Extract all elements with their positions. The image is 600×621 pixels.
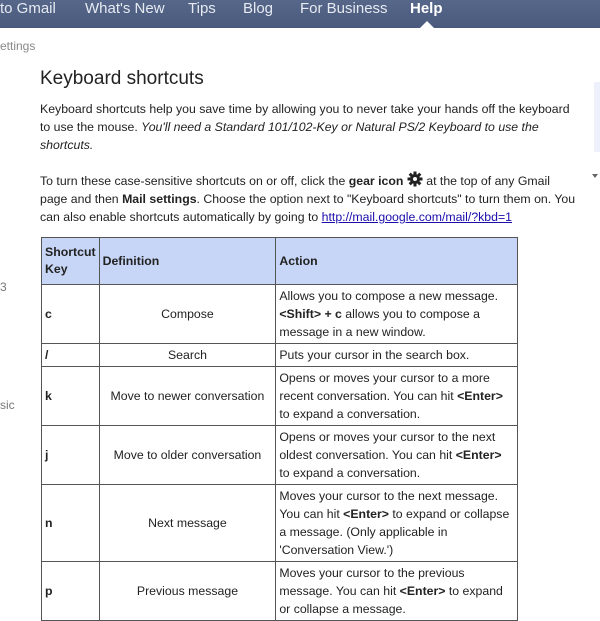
gear-icon bbox=[407, 171, 423, 187]
active-tab-indicator bbox=[420, 21, 434, 28]
shortcut-definition: Search bbox=[98, 343, 277, 367]
mail-settings-label: Mail settings bbox=[122, 192, 197, 206]
gear-icon-label: gear icon bbox=[348, 174, 404, 188]
shortcut-definition: Move to newer conversation bbox=[98, 366, 277, 426]
instructions-text: To turn these case-sensitive shortcuts o… bbox=[40, 174, 349, 188]
shortcut-definition: Compose bbox=[98, 284, 277, 344]
shortcut-key: j bbox=[41, 425, 100, 485]
shortcuts-table: Shortcut Key Definition Action c Compose A… bbox=[41, 237, 518, 621]
breadcrumb[interactable]: ettings bbox=[0, 39, 35, 53]
nav-item-blog[interactable]: Blog bbox=[243, 0, 273, 22]
table-row: p Previous message Moves your cursor to th… bbox=[41, 561, 518, 621]
shortcut-key: k bbox=[41, 366, 100, 426]
right-side-panel bbox=[594, 82, 600, 152]
column-header-shortcut-key: Shortcut Key bbox=[41, 237, 100, 285]
instructions-paragraph: To turn these case-sensitive shortcuts o… bbox=[40, 171, 580, 226]
shortcut-action: Opens or moves your cursor to a more rec… bbox=[275, 366, 518, 426]
shortcut-key: p bbox=[41, 561, 100, 621]
shortcut-action: Opens or moves your cursor to the next o… bbox=[275, 425, 518, 485]
top-navigation: to Gmail What's New Tips Blog For Busine… bbox=[0, 0, 600, 28]
nav-item-for-business[interactable]: For Business bbox=[300, 0, 388, 22]
shortcut-definition: Previous message bbox=[98, 561, 277, 621]
intro-paragraph: Keyboard shortcuts help you save time by… bbox=[40, 100, 580, 154]
table-row: n Next message Moves your cursor to the ne… bbox=[41, 484, 518, 562]
shortcut-action: Moves your cursor to the previous messag… bbox=[275, 561, 518, 621]
table-row: k Move to newer conversation Opens or move… bbox=[41, 366, 518, 426]
kbd-shortcut-link[interactable]: http://mail.google.com/mail/?kbd=1 bbox=[322, 210, 512, 224]
page-title: Keyboard shortcuts bbox=[40, 68, 204, 89]
shortcut-definition: Move to older conversation bbox=[98, 425, 277, 485]
table-header-row: Shortcut Key Definition Action bbox=[41, 237, 518, 285]
shortcut-action: Allows you to compose a new message. <Sh… bbox=[275, 284, 518, 344]
shortcut-definition: Next message bbox=[98, 484, 277, 562]
nav-item-whats-new[interactable]: What's New bbox=[85, 0, 165, 22]
table-row: c Compose Allows you to compose a new mess… bbox=[41, 284, 518, 344]
shortcut-key: / bbox=[41, 343, 100, 367]
table-row: j Move to older conversation Opens or move… bbox=[41, 425, 518, 485]
shortcut-key: n bbox=[41, 484, 100, 562]
sidebar-fragment[interactable]: sic bbox=[0, 398, 15, 412]
column-header-definition: Definition bbox=[98, 237, 277, 285]
sidebar-fragment[interactable]: 3 bbox=[0, 280, 7, 294]
dropdown-arrow-icon[interactable] bbox=[592, 174, 598, 178]
nav-item-tips[interactable]: Tips bbox=[188, 0, 216, 22]
nav-item-help[interactable]: Help bbox=[410, 0, 443, 22]
shortcut-action: Puts your cursor in the search box. bbox=[275, 343, 518, 367]
shortcut-action: Moves your cursor to the next message. Y… bbox=[275, 484, 518, 562]
column-header-action: Action bbox=[275, 237, 518, 285]
table-row: / Search Puts your cursor in the search bo… bbox=[41, 343, 518, 367]
shortcut-key: c bbox=[41, 284, 100, 344]
nav-item-to-gmail[interactable]: to Gmail bbox=[0, 0, 56, 22]
